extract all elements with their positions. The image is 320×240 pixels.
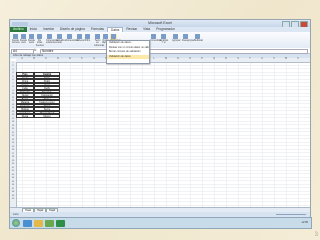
row-header[interactable]: 36 [10, 184, 16, 186]
worksheet-grid[interactable]: ABCDEFGHIJKLMNOPQRSTUVWX 123456789101112… [10, 57, 310, 207]
row-header[interactable]: 21 [10, 132, 16, 134]
row-header[interactable]: 28 [10, 156, 16, 158]
media-player-icon[interactable] [45, 219, 54, 227]
row-header[interactable]: 17 [10, 118, 16, 120]
ribbon-data: Desde Access Desde web Desde texto De ot… [10, 32, 310, 49]
ungroup-button[interactable]: Desagrupar [182, 34, 195, 45]
row-header[interactable]: 40 [10, 198, 16, 200]
row-header[interactable]: 31 [10, 167, 16, 169]
column-header[interactable]: F [76, 57, 88, 60]
sort-button[interactable]: Ordenar [76, 34, 85, 45]
refresh-all-button[interactable]: Actualizar todo [56, 34, 67, 45]
row-header[interactable]: 22 [10, 135, 16, 137]
column-header[interactable]: S [232, 57, 244, 60]
row-header[interactable]: 2 [10, 65, 16, 67]
fx-icon[interactable]: fx [34, 48, 36, 53]
windows-taskbar: 12:05 [9, 217, 312, 229]
row-header[interactable]: 30 [10, 163, 16, 165]
data-validation-menu: Validación de datos... Rodear con un cír… [106, 40, 150, 64]
column-header[interactable]: W [280, 57, 292, 60]
column-header[interactable]: B [28, 57, 40, 60]
column-headers: ABCDEFGHIJKLMNOPQRSTUVWX [16, 57, 310, 63]
row-header[interactable]: 27 [10, 153, 16, 155]
column-header[interactable]: V [268, 57, 280, 60]
row-header[interactable]: 24 [10, 142, 16, 144]
table-cell[interactable]: Moscú [34, 114, 60, 118]
from-web-button[interactable]: Desde web [20, 34, 27, 45]
taskbar-clock: 12:05 [301, 221, 309, 224]
column-header[interactable]: X [292, 57, 304, 60]
column-header[interactable]: G [88, 57, 100, 60]
other-sources-button[interactable]: De otras fuentes [36, 34, 44, 47]
subtotal-button[interactable]: Subtotal [194, 34, 203, 45]
group-button[interactable]: Agrupar [172, 34, 181, 45]
row-header[interactable]: 1 [10, 62, 16, 64]
start-button-icon[interactable] [12, 219, 20, 227]
table-cell[interactable]: Rusia [16, 114, 34, 118]
ie-icon[interactable] [23, 219, 32, 227]
row-header[interactable]: 23 [10, 139, 16, 141]
column-header[interactable]: C [40, 57, 52, 60]
existing-connections-button[interactable]: Conexiones existentes [46, 34, 59, 45]
what-if-button[interactable]: Análisis Y si [160, 34, 168, 45]
column-header[interactable]: O [184, 57, 196, 60]
row-header[interactable]: 20 [10, 128, 16, 130]
page-number: 3 [314, 232, 318, 238]
row-header[interactable]: 3 [10, 69, 16, 71]
row-header[interactable]: 33 [10, 174, 16, 176]
title-bar: Microsoft Excel [10, 20, 310, 28]
window-title: Microsoft Excel [148, 20, 172, 25]
filter-button[interactable]: Filtro [84, 34, 91, 45]
column-header[interactable]: E [64, 57, 76, 60]
column-header[interactable]: M [160, 57, 172, 60]
column-header[interactable]: P [196, 57, 208, 60]
row-header[interactable]: 38 [10, 191, 16, 193]
column-header[interactable]: R [220, 57, 232, 60]
column-header[interactable]: N [172, 57, 184, 60]
column-header[interactable]: T [244, 57, 256, 60]
from-text-button[interactable]: Desde texto [28, 34, 35, 45]
from-access-button[interactable]: Desde Access [12, 34, 20, 45]
folder-icon[interactable] [34, 219, 43, 227]
row-header[interactable]: 18 [10, 121, 16, 123]
workbook-title: Libro de trabajo con datos [13, 53, 43, 57]
zoom-slider[interactable] [276, 214, 306, 216]
column-header[interactable]: D [52, 57, 64, 60]
row-header[interactable]: 25 [10, 146, 16, 148]
row-header[interactable]: 26 [10, 149, 16, 151]
row-header[interactable]: 19 [10, 125, 16, 127]
consolidate-button[interactable]: Consolidar [150, 34, 161, 45]
row-header[interactable]: 39 [10, 195, 16, 197]
row-header[interactable]: 34 [10, 177, 16, 179]
row-header[interactable]: 35 [10, 181, 16, 183]
column-header[interactable]: A [16, 57, 28, 60]
excel-window: Microsoft Excel Archivo Inicio Insertar … [9, 19, 311, 219]
connections-button[interactable]: Conexiones [66, 34, 79, 45]
column-header[interactable]: Q [208, 57, 220, 60]
menu-item-validation-selected[interactable]: Validación de datos [107, 54, 149, 60]
column-header[interactable]: U [256, 57, 268, 60]
excel-icon[interactable] [56, 219, 65, 227]
status-text: Listo [13, 212, 19, 216]
row-header[interactable]: 32 [10, 170, 16, 172]
text-to-columns-button[interactable]: Texto en columnas [94, 34, 104, 47]
row-header[interactable]: 37 [10, 188, 16, 190]
row-header[interactable]: 29 [10, 160, 16, 162]
